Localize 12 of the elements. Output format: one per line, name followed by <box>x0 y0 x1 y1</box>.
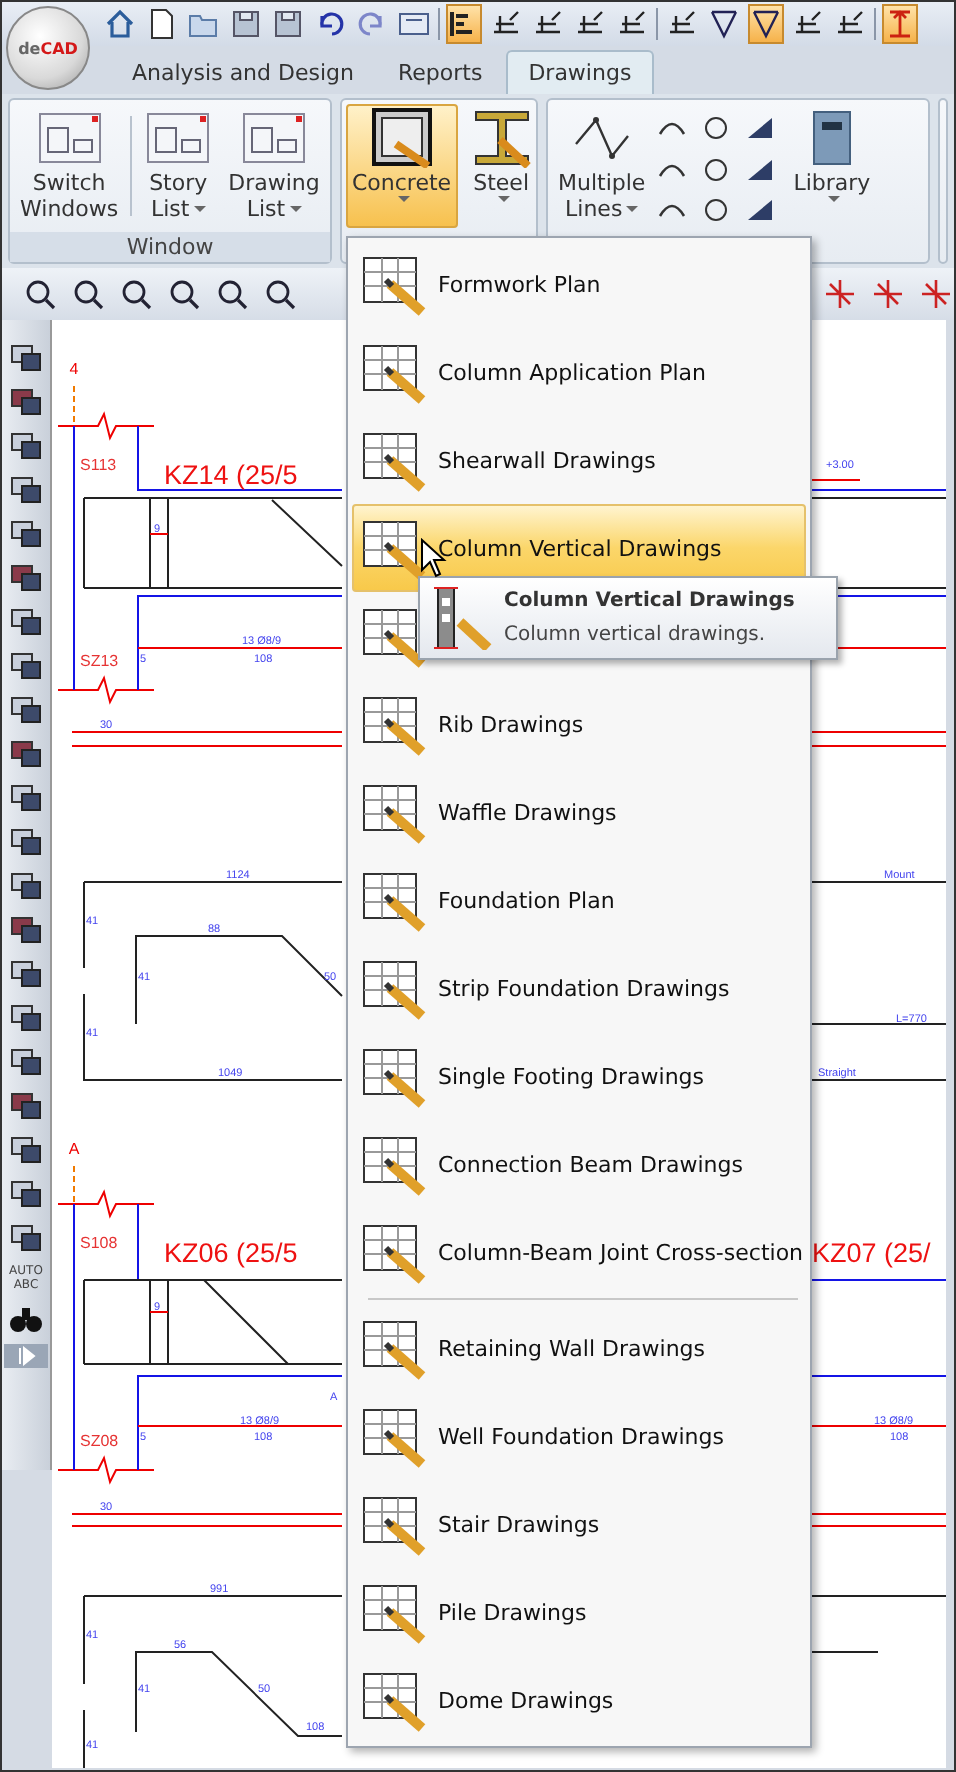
dimension-label: SZ08 <box>80 1432 119 1450</box>
dimension-label: S108 <box>80 1234 118 1252</box>
tooltip-description: Column vertical drawings. <box>504 624 768 646</box>
column-title: KZ07 (25/ <box>812 1238 931 1268</box>
dimension-label: S113 <box>80 456 117 474</box>
column-title: KZ14 (25/5 <box>164 460 298 490</box>
tooltip-title: Column Vertical Drawings <box>504 590 795 612</box>
column-title: KZ06 (25/5 <box>164 1238 298 1268</box>
dimension-label: SZ13 <box>80 652 119 670</box>
axis-label: A <box>68 1140 80 1158</box>
group-label: Window <box>10 232 330 262</box>
axis-label: 4 <box>69 360 79 378</box>
